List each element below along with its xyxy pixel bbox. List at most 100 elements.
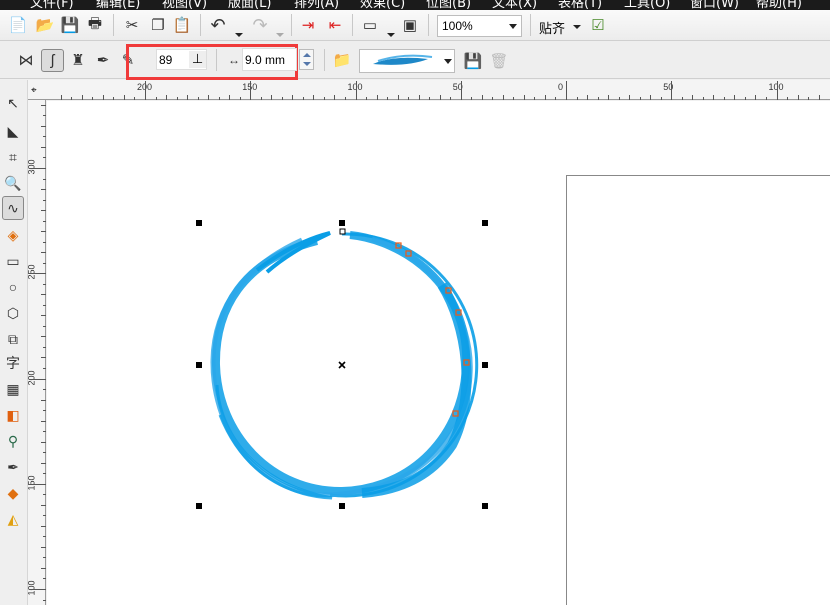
interactive-fill-tool-icon[interactable]: ◭ [2, 508, 24, 530]
property-bar: ⋈ ʃ ♜ ✒ ✎ 89 ⊥ ↔ 9.0 mm 📁 💾 🗑 [0, 41, 830, 80]
drawing-canvas[interactable] [47, 101, 830, 605]
ruler-tick [260, 97, 262, 100]
cut-icon[interactable]: ✂ [122, 15, 142, 35]
stroke-width-spinner[interactable] [299, 49, 314, 70]
ruler-tick [566, 81, 567, 100]
menu-item[interactable]: 文本(X) [492, 0, 537, 10]
preset-mode-icon[interactable]: ⋈ [16, 50, 36, 70]
export-icon[interactable]: ⇤ [325, 15, 345, 35]
menu-item[interactable]: 表格(T) [558, 0, 602, 10]
undo-icon[interactable]: ↶ [208, 15, 228, 35]
ruler-tick [618, 97, 620, 100]
application-launcher-icon[interactable]: ▣ [400, 15, 420, 35]
zoom-level-select[interactable]: 100% [437, 15, 522, 37]
outline-pen-tool-icon[interactable]: ✒ [2, 456, 24, 478]
zoom-level-value: 100% [442, 19, 473, 33]
menu-item[interactable]: 编辑(E) [96, 0, 140, 10]
chevron-down-icon [444, 59, 452, 64]
copy-icon[interactable]: ❐ [148, 15, 168, 35]
ruler-tick [597, 97, 599, 100]
ruler-tick [60, 95, 62, 100]
zoom-tool-icon[interactable]: 🔍 [2, 172, 24, 194]
snap-dropdown-icon[interactable] [573, 25, 581, 29]
brush-mode-icon[interactable]: ʃ [41, 49, 64, 72]
delete-stroke-icon: 🗑 [489, 53, 509, 70]
text-tool-icon[interactable]: 字 [2, 352, 24, 374]
ruler-tick [176, 97, 178, 100]
ellipse-tool-icon[interactable]: ○ [2, 276, 24, 298]
open-folder-icon[interactable]: 📂 [35, 15, 55, 35]
ruler-tick [41, 252, 46, 254]
browse-folder-icon[interactable]: 📁 [332, 50, 352, 70]
spin-up-icon[interactable] [303, 53, 311, 57]
polygon-tool-icon[interactable]: ⬡ [2, 302, 24, 324]
ruler-tick [471, 97, 473, 100]
save-stroke-icon[interactable]: 💾 [463, 51, 483, 71]
ruler-tick [29, 273, 46, 275]
start-node[interactable] [339, 228, 346, 235]
brush-circle[interactable] [210, 231, 479, 500]
smart-fill-tool-icon[interactable]: ◈ [2, 224, 24, 246]
ruler-tick [313, 95, 315, 100]
publish-dropdown-icon[interactable] [387, 33, 395, 37]
ruler-tick [439, 95, 441, 100]
menu-item[interactable]: 帮助(H) [756, 0, 802, 10]
menu-item[interactable]: 窗口(W) [690, 0, 739, 10]
rectangle-tool-icon[interactable]: ▭ [2, 250, 24, 272]
stroke-width-icon: ↔ [228, 53, 240, 67]
spin-down-icon[interactable] [303, 62, 311, 66]
shape-tool-icon[interactable]: ◣ [2, 120, 24, 142]
sprayer-mode-icon[interactable]: ♜ [68, 50, 88, 70]
new-document-icon[interactable]: 📄 [8, 15, 28, 35]
paste-icon[interactable]: 📋 [172, 15, 192, 35]
artwork [196, 220, 488, 509]
ruler-tick [43, 389, 46, 391]
vertical-ruler[interactable]: 300 250 200 150 100 [27, 100, 46, 605]
blend-tool-icon[interactable]: ◧ [2, 404, 24, 426]
print-icon[interactable]: 🖶 [85, 15, 105, 35]
ruler-origin-icon[interactable]: ⌖ [31, 85, 37, 96]
ruler-tick [366, 97, 368, 100]
menu-item[interactable]: 效果(C) [360, 0, 405, 10]
ruler-tick [43, 178, 46, 180]
ruler-tick [41, 146, 46, 148]
ruler-tick [155, 97, 157, 100]
ruler-tick [43, 410, 46, 412]
ruler-tick [481, 95, 483, 100]
ruler-tick [134, 97, 136, 100]
menu-item[interactable]: 工具(O) [624, 0, 670, 10]
eyedropper-tool-icon[interactable]: ⚲ [2, 430, 24, 452]
brush-stroke-select[interactable] [359, 49, 455, 73]
ruler-tick [681, 97, 683, 100]
snap-to-button[interactable]: 贴齐 [539, 18, 565, 37]
menu-item[interactable]: 位图(B) [426, 0, 471, 10]
ruler-tick [41, 399, 46, 401]
calligraphic-mode-icon[interactable]: ✒ [93, 50, 113, 70]
fill-tool-icon[interactable]: ◆ [2, 482, 24, 504]
ruler-tick [408, 97, 410, 100]
ruler-tick [102, 95, 104, 100]
menu-item[interactable]: 排列(A) [294, 0, 339, 10]
menu-item[interactable]: 视图(V) [162, 0, 207, 10]
crop-tool-icon[interactable]: ⌗ [2, 146, 24, 168]
ruler-tick [43, 367, 46, 369]
menu-item[interactable]: 文件(F) [30, 0, 74, 10]
publish-pdf-icon[interactable]: ▭ [360, 15, 380, 35]
table-tool-icon[interactable]: ▦ [2, 378, 24, 400]
pick-tool-icon[interactable]: ↖ [2, 92, 24, 114]
menu-item[interactable]: 版面(L) [228, 0, 271, 10]
undo-dropdown-icon[interactable] [235, 33, 243, 37]
stroke-width-input[interactable]: 9.0 mm [242, 48, 297, 71]
angle-input[interactable]: 89 ⊥ [156, 49, 207, 70]
ruler-tick [292, 95, 294, 100]
ruler-tick [808, 97, 810, 100]
artistic-media-tool-icon[interactable]: ∿ [2, 196, 24, 220]
save-icon[interactable]: 💾 [60, 15, 80, 35]
basic-shapes-tool-icon[interactable]: ⧉ [2, 328, 24, 350]
ruler-tick [787, 97, 789, 100]
horizontal-ruler[interactable]: 20015010050050100 [28, 80, 830, 100]
options-checklist-icon[interactable]: ☑ [588, 15, 608, 35]
import-icon[interactable]: ⇥ [298, 15, 318, 35]
ruler-tick [123, 95, 125, 100]
ruler-tick [671, 81, 673, 100]
